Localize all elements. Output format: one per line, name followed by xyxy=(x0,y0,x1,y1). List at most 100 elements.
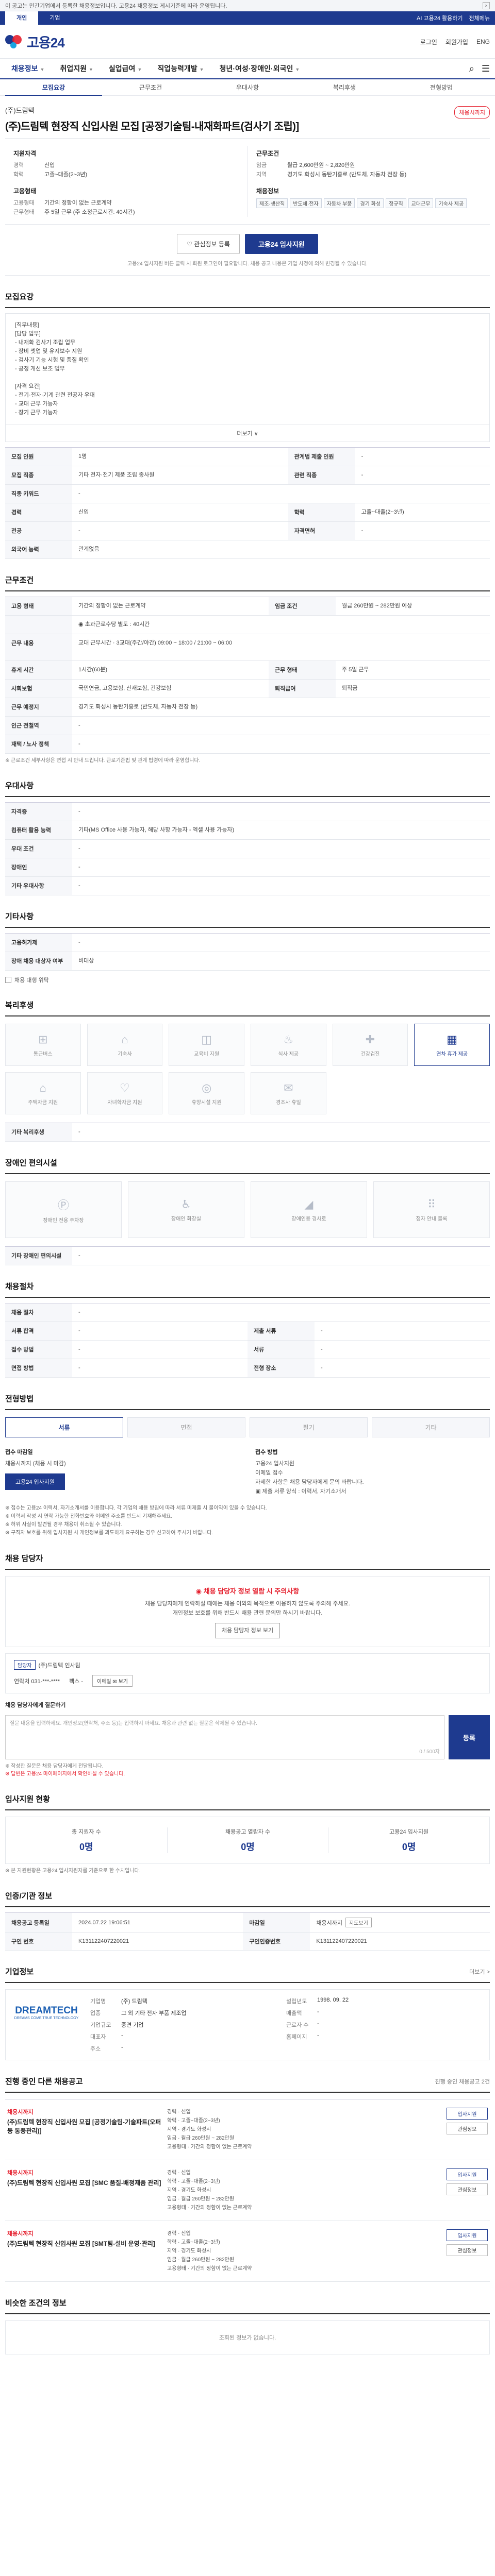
tab-selection[interactable]: 전형방법 xyxy=(393,79,490,96)
toilet-icon: ♿ xyxy=(181,1197,191,1211)
tab-written[interactable]: 필기 xyxy=(250,1417,368,1437)
nav-item-training[interactable]: 직업능력개발 ▼ xyxy=(151,63,210,74)
table-row: 우대 조건 - xyxy=(5,839,490,858)
checkbox-icon[interactable] xyxy=(5,977,11,983)
apply-button[interactable]: 입사지원 xyxy=(447,2108,488,2120)
cert-section: 인증/기관 정보 채용공고 등록일 2024.07.22 19:06:51 마감일 채… xyxy=(5,1875,490,1951)
keyword-chip[interactable]: 자동차 부품 xyxy=(323,198,355,208)
summary-row: 지역 경기도 화성시 동탄기흥로 (반도체, 자동차 전장 등) xyxy=(256,172,407,178)
search-icon[interactable]: ⌕ xyxy=(469,63,474,74)
table-row: 고용 형태 기간의 정함이 없는 근로계약 임금 조건 월급 260만원 ~ 282만… xyxy=(5,597,490,616)
stat-item: 총 지원자 수 0명 xyxy=(71,1829,101,1852)
braille-icon: ⠿ xyxy=(427,1197,436,1211)
keyword-chip[interactable]: 반도체·전자 xyxy=(290,198,322,208)
table-row: ◉ 초과근로수당 별도 : 40시간 xyxy=(5,615,490,634)
job-link[interactable]: (주)드림텍 현장직 신입사원 모집 [SMC 품질-배정제품 관리] xyxy=(7,2179,162,2188)
tab-recruit[interactable]: 모집요강 xyxy=(5,79,102,96)
keyword-chip[interactable]: 기숙사 제공 xyxy=(435,198,467,208)
keyword-chip[interactable]: 제조·생산직 xyxy=(256,198,288,208)
chevron-down-icon: ▼ xyxy=(199,67,204,72)
summary-row: 고용형태 기간의 정함이 없는 근로계약 xyxy=(13,200,112,206)
apply-notes: ※ 접수는 고용24 이력서, 자기소개서를 이용합니다. 각 기업의 채용 방… xyxy=(5,1505,267,1536)
signup-link[interactable]: 회원가입 xyxy=(446,38,468,46)
keyword-chip[interactable]: 경기 화성 xyxy=(357,198,384,208)
company-logo: DREAMTECH DREAMS COME TRUE TECHNOLOGY xyxy=(14,2005,79,2020)
scrap-button[interactable]: 관심정보 xyxy=(447,2123,488,2134)
tab-welfare[interactable]: 복리후생 xyxy=(296,79,393,96)
tab-personal[interactable]: 개인 xyxy=(5,11,39,25)
tab-prefer[interactable]: 우대사항 xyxy=(199,79,296,96)
all-menu-link[interactable]: 전체메뉴 xyxy=(469,14,490,22)
email-view-button[interactable]: 이메일 ✉ 보기 xyxy=(92,1675,133,1687)
house-icon: ⌂ xyxy=(39,1081,46,1094)
welfare-section: 복리후생 ⊞ 통근버스 ⌂ 기숙사 ◫ 교육비 지원 ♨ 식사 제공 ✚ 건강검진 ▦ 연차… xyxy=(5,984,490,1142)
table-row: 채용 절차 - xyxy=(5,1303,490,1322)
list-item[interactable]: 채용시까지 (주)드림텍 현장직 신입사원 모집 [SMC 품질-배정제품 관리]… xyxy=(5,2160,490,2221)
table-row: 기타 우대사항 - xyxy=(5,876,490,895)
recruit-table: 모집 인원 1명 관계법 제출 인원 - 모집 직종 기타 전자·전기 제품 조립 종사… xyxy=(5,447,490,559)
apply-button-small[interactable]: 고용24 입사지원 xyxy=(5,1473,65,1490)
scrap-button[interactable]: 관심정보 xyxy=(447,2183,488,2195)
nav-item-support[interactable]: 취업지원 ▼ xyxy=(54,63,99,74)
tab-interview[interactable]: 면접 xyxy=(127,1417,245,1437)
work-note: ※ 근로조건 세부사항은 면접 시 안내 드립니다. 근로기준법 및 관계 법령… xyxy=(5,758,201,764)
company-box: DREAMTECH DREAMS COME TRUE TECHNOLOGY 기업… xyxy=(5,1989,490,2060)
close-icon[interactable]: × xyxy=(483,2,490,9)
resort-icon: ◎ xyxy=(202,1081,212,1094)
summary-left: 지원자격 경력 신입 학력 고졸~대졸(2~3년) 고용형태 고용형태 기간의 정함이… xyxy=(5,146,248,217)
table-row: 모집 직종 기타 전자·전기 제품 조립 종사원 관련 직종 - xyxy=(5,466,490,485)
company-more-link[interactable]: 더보기 > xyxy=(469,1968,490,1976)
recruit-section: 모집요강 [직무내용] [담당 업무] - 내재화 검사기 조립 업무 - 장비… xyxy=(5,276,490,559)
question-input[interactable]: 질문 내용을 입력하세요. 개인정보(연락처, 주소 등)는 입력하지 마세요.… xyxy=(5,1715,444,1759)
apply-button[interactable]: 입사지원 xyxy=(447,2229,488,2241)
list-item[interactable]: 채용시까지 (주)드림텍 현장직 신입사원 모집 [공정기술팀-기술파트(오퍼 등… xyxy=(5,2099,490,2160)
notice-text: 이 공고는 민간기업에서 등록한 채용정보입니다. 고용24 채용정보 게시기준… xyxy=(5,3,227,9)
action-note: 고용24 입사지원 버튼 클릭 시 회원 로그인이 필요합니다. 채용 공고 내… xyxy=(5,259,490,276)
view-contact-button[interactable]: 채용 담당자 정보 보기 xyxy=(214,1623,280,1638)
agency-check[interactable]: 채용 대행 위탁 xyxy=(5,976,490,984)
welfare-item: ♡ 자녀학자금 지원 xyxy=(87,1072,163,1114)
summary-right: 근무조건 임금 월급 2,600만원 ~ 2,820만원 지역 경기도 화성시 동탄… xyxy=(248,146,490,217)
keyword-chip[interactable]: 교대근무 xyxy=(408,198,434,208)
section-title: 인증/기관 정보 xyxy=(5,1890,490,1907)
table-row: 채용공고 등록일 2024.07.22 19:06:51 마감일 채용시까지 지도보기 xyxy=(5,1912,490,1933)
job-link[interactable]: (주)드림텍 현장직 신입사원 모집 [공정기술팀-기술파트(오퍼 등 통풍관리… xyxy=(7,2118,162,2136)
stat-item: 채용공고 열람자 수 0명 xyxy=(167,1827,328,1853)
health-icon: ✚ xyxy=(365,1032,375,1046)
facility-etc-table: 기타 장애인 편의시설 - xyxy=(5,1246,490,1265)
nav-item-unemployment[interactable]: 실업급여 ▼ xyxy=(103,63,148,74)
welfare-item: ◎ 휴양시설 지원 xyxy=(169,1072,244,1114)
work-table: 고용 형태 기간의 정함이 없는 근로계약 임금 조건 월급 260만원 ~ 282만… xyxy=(5,597,490,754)
tab-work[interactable]: 근무조건 xyxy=(102,79,199,96)
submit-question-button[interactable]: 등록 xyxy=(449,1715,490,1759)
tab-business[interactable]: 기업 xyxy=(38,11,71,25)
nav-item-youth[interactable]: 청년·여성·장애인·외국인 ▼ xyxy=(213,63,306,74)
more-button[interactable]: 더보기 ∨ xyxy=(5,425,490,442)
menu-icon[interactable]: ☰ xyxy=(482,63,490,74)
scrap-button[interactable]: ♡ 관심정보 등록 xyxy=(177,234,240,254)
scrap-button[interactable]: 관심정보 xyxy=(447,2244,488,2256)
facility-grid: Ⓟ 장애인 전용 주차장 ♿ 장애인 화장실 ◢ 장애인용 경사로 ⠿ 점자 안내 블록 xyxy=(5,1181,490,1238)
cert-table: 채용공고 등록일 2024.07.22 19:06:51 마감일 채용시까지 지도보기 … xyxy=(5,1912,490,1951)
method-heading: 접수 방법 xyxy=(255,1449,278,1455)
site-header: 고용24 로그인 회원가입 ENG xyxy=(0,25,495,59)
tab-document[interactable]: 서류 xyxy=(5,1417,123,1437)
map-button[interactable]: 지도보기 xyxy=(345,1918,372,1927)
job-link[interactable]: (주)드림텍 현장직 신입사원 모집 [SMT팀-설비 운영·관리] xyxy=(7,2240,162,2248)
table-row: 재택 / 노사 정책 - xyxy=(5,735,490,754)
selection-section: 채용절차 채용 절차 - 서류 합격 - 제출 서류 - 접수 방법 - 서류 - 면접 방법… xyxy=(5,1265,490,1378)
login-link[interactable]: 로그인 xyxy=(420,38,437,46)
site-logo[interactable]: 고용24 xyxy=(5,32,65,52)
main-nav: 채용정보 ▼ 취업지원 ▼ 실업급여 ▼ 직업능력개발 ▼ 청년·여성·장애인·외국인 ▼… xyxy=(0,59,495,79)
nav-item-jobs[interactable]: 채용정보 ▼ xyxy=(5,63,51,74)
ai-guide-link[interactable]: AI 고용24 활용하기 xyxy=(417,14,463,22)
language-link[interactable]: ENG xyxy=(476,38,490,45)
keyword-chip[interactable]: 정규직 xyxy=(386,198,406,208)
tab-other[interactable]: 기타 xyxy=(372,1417,490,1437)
facility-item: Ⓟ 장애인 전용 주차장 xyxy=(5,1181,122,1238)
table-row: 휴게 시간 1시간(60분) 근무 형태 주 5일 근무 xyxy=(5,660,490,680)
list-item[interactable]: 채용시까지 (주)드림텍 현장직 신입사원 모집 [SMT팀-설비 운영·관리] … xyxy=(5,2221,490,2282)
apply-button[interactable]: 고용24 입사지원 xyxy=(244,234,318,254)
apply-button[interactable]: 입사지원 xyxy=(447,2168,488,2180)
summary-row: 학력 고졸~대졸(2~3년) xyxy=(13,172,88,178)
